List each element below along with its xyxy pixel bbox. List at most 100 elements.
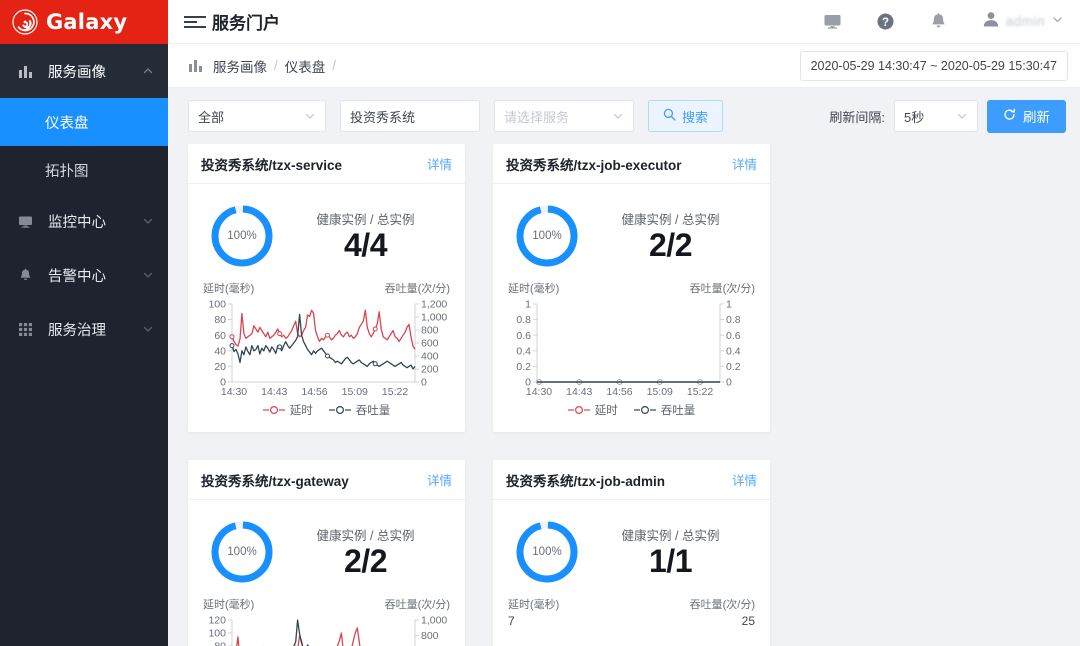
card-title: 投资秀系统/tzx-service <box>201 157 343 173</box>
hamburger-icon[interactable] <box>178 15 206 28</box>
monitor-icon[interactable] <box>823 12 842 31</box>
sidebar: Galaxy 服务画像 仪表盘 拓扑图 监控中心 告警中心 服务治理 <box>0 0 168 646</box>
svg-text:100: 100 <box>208 628 226 640</box>
chevron-down-icon <box>612 110 624 122</box>
breadcrumb-item-dashboard[interactable]: 仪表盘 <box>285 56 326 76</box>
svg-text:0: 0 <box>421 377 427 389</box>
card-body: 100% 健康实例 / 总实例 2/2 延时(毫秒) 吞吐量(次/分) 0204… <box>188 500 465 646</box>
throughput-axis-label: 吞吐量(次/分) <box>689 599 755 611</box>
chevron-down-icon[interactable] <box>142 215 154 227</box>
instance-stat: 健康实例 / 总实例 2/2 <box>580 209 757 263</box>
sidebar-item-service-governance[interactable]: 服务治理 <box>0 302 168 356</box>
card-body: 100% 健康实例 / 总实例 2/2 延时(毫秒) 吞吐量(次/分) 0 0.2… <box>493 184 770 432</box>
health-gauge-label: 100% <box>227 546 257 558</box>
legend-item-throughput[interactable]: 吞吐量 <box>328 402 390 418</box>
sidebar-item-topology[interactable]: 拓扑图 <box>0 146 168 194</box>
svg-text:1,000: 1,000 <box>421 615 447 627</box>
card-title: 投资秀系统/tzx-job-admin <box>506 473 665 489</box>
svg-text:14:43: 14:43 <box>261 386 287 398</box>
brand-header[interactable]: Galaxy <box>0 0 168 44</box>
svg-text:0.4: 0.4 <box>516 345 531 357</box>
breadcrumb-bar: 服务画像 / 仪表盘 / 2020-05-29 14:30:47 ~ 2020-… <box>168 44 1080 88</box>
latency-axis-label: 延时(毫秒) <box>203 599 255 611</box>
throughput-axis-label: 吞吐量(次/分) <box>384 283 450 295</box>
svg-text:0.4: 0.4 <box>726 345 741 357</box>
breadcrumb-item-service-profile[interactable]: 服务画像 <box>213 56 267 76</box>
mini-throughput-value: 25 <box>741 614 755 628</box>
mini-values: 7 25 <box>506 612 757 628</box>
card-detail-link[interactable]: 详情 <box>427 470 452 489</box>
svg-text:1: 1 <box>726 299 732 311</box>
refresh-button-label: 刷新 <box>1023 110 1050 125</box>
search-button[interactable]: 搜索 <box>648 100 724 132</box>
system-input[interactable]: 投资秀系统 <box>340 100 480 132</box>
brand-name: Galaxy <box>46 10 128 34</box>
axis-captions: 延时(毫秒) 吞吐量(次/分) <box>506 278 757 296</box>
svg-text:400: 400 <box>421 351 439 363</box>
svg-text:14:30: 14:30 <box>526 386 552 398</box>
instance-stat-caption: 健康实例 / 总实例 <box>316 529 415 544</box>
health-gauge: 100% <box>514 519 580 585</box>
card-stats: 100% 健康实例 / 总实例 2/2 <box>506 194 757 278</box>
instance-stat-value: 4/4 <box>344 227 387 264</box>
sidebar-subitem-label: 拓扑图 <box>45 163 89 180</box>
svg-text:0.2: 0.2 <box>726 361 741 373</box>
svg-text:0.8: 0.8 <box>726 314 741 326</box>
latency-axis-label: 延时(毫秒) <box>203 283 255 295</box>
svg-text:600: 600 <box>421 338 439 350</box>
card-stats: 100% 健康实例 / 总实例 1/1 <box>506 510 757 594</box>
card-detail-link[interactable]: 详情 <box>427 154 452 173</box>
page-title: 服务门户 <box>212 14 280 33</box>
service-chart: 0 20 40 60 80 100 0 200 400 600 800 1,000 1,200 14:30… <box>201 296 452 404</box>
mini-latency-value: 7 <box>508 614 515 628</box>
card-header: 投资秀系统/tzx-job-admin 详情 <box>493 460 770 500</box>
legend-item-throughput[interactable]: 吞吐量 <box>633 402 695 418</box>
legend-marker-latency <box>567 405 590 415</box>
instance-stat-value: 2/2 <box>649 227 692 264</box>
date-range-picker[interactable]: 2020-05-29 14:30:47 ~ 2020-05-29 15:30:4… <box>799 50 1068 81</box>
refresh-button[interactable]: 刷新 <box>987 99 1066 133</box>
system-input-value: 投资秀系统 <box>350 109 416 125</box>
refresh-controls: 刷新间隔: 5秒 刷新 <box>829 99 1066 133</box>
legend-marker-latency <box>262 405 285 415</box>
legend-item-latency[interactable]: 延时 <box>262 402 313 418</box>
card-title: 投资秀系统/tzx-gateway <box>201 473 349 489</box>
breadcrumb-separator: / <box>274 58 278 73</box>
help-circle-icon[interactable]: ? <box>876 12 895 31</box>
sidebar-item-service-profile[interactable]: 服务画像 <box>0 44 168 98</box>
chevron-up-icon[interactable] <box>142 65 154 77</box>
svg-text:80: 80 <box>214 314 226 326</box>
scope-select[interactable]: 全部 <box>188 100 326 132</box>
legend-item-latency[interactable]: 延时 <box>567 402 618 418</box>
instance-stat-caption: 健康实例 / 总实例 <box>621 529 720 544</box>
topbar: 服务门户 ? admin <box>168 0 1080 44</box>
sidebar-item-monitor-center[interactable]: 监控中心 <box>0 194 168 248</box>
card-detail-link[interactable]: 详情 <box>732 154 757 173</box>
chevron-down-icon[interactable] <box>142 269 154 281</box>
legend-marker-throughput <box>633 405 656 415</box>
refresh-interval-select[interactable]: 5秒 <box>894 100 978 132</box>
refresh-icon <box>1003 108 1016 124</box>
axis-captions: 延时(毫秒) 吞吐量(次/分) <box>201 594 452 612</box>
chevron-down-icon[interactable] <box>142 323 154 335</box>
bar-chart-icon <box>18 64 38 79</box>
health-gauge-label: 100% <box>227 230 257 242</box>
throughput-axis-label: 吞吐量(次/分) <box>689 283 755 295</box>
service-card: 投资秀系统/tzx-job-executor 详情 100% 健康实例 / 总实… <box>493 144 770 432</box>
bell-icon[interactable] <box>929 12 948 31</box>
svg-text:1,200: 1,200 <box>421 299 447 311</box>
card-detail-link[interactable]: 详情 <box>732 470 757 489</box>
instance-stat: 健康实例 / 总实例 2/2 <box>275 525 452 579</box>
svg-text:15:22: 15:22 <box>687 386 713 398</box>
sidebar-item-alarm-center[interactable]: 告警中心 <box>0 248 168 302</box>
service-select[interactable]: 请选择服务 <box>494 100 634 132</box>
axis-captions: 延时(毫秒) 吞吐量(次/分) <box>506 594 757 612</box>
instance-stat: 健康实例 / 总实例 1/1 <box>580 525 757 579</box>
health-gauge: 100% <box>209 519 275 585</box>
health-gauge: 100% <box>514 203 580 269</box>
user-avatar-icon <box>982 10 1000 33</box>
user-menu[interactable]: admin <box>982 10 1064 33</box>
sidebar-item-label: 告警中心 <box>48 268 106 285</box>
chevron-down-icon[interactable] <box>1051 13 1064 31</box>
sidebar-item-dashboard[interactable]: 仪表盘 <box>0 98 168 146</box>
